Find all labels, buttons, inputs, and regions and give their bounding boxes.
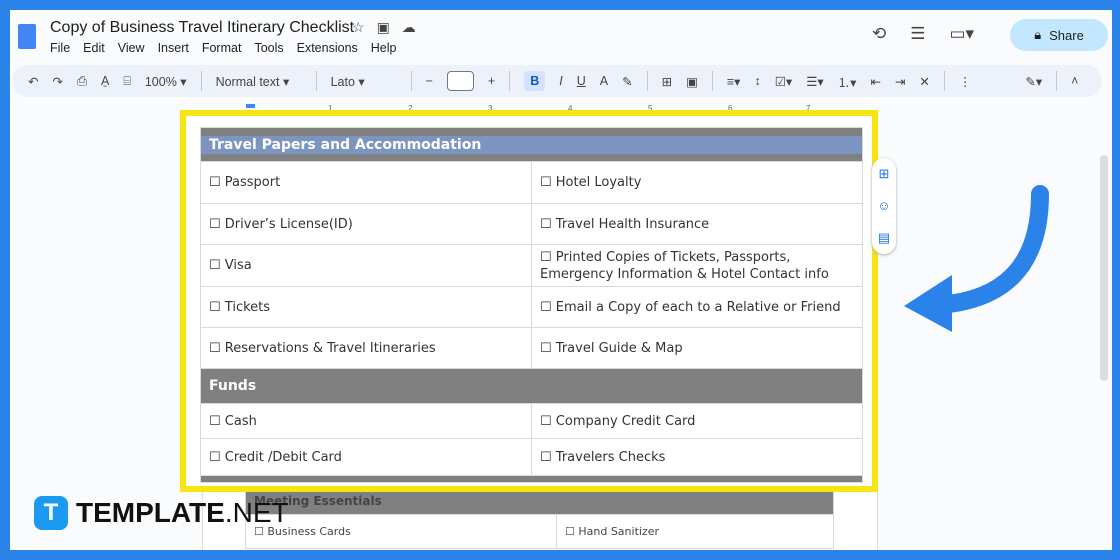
cloud-status-icon[interactable]: ☁ bbox=[402, 19, 416, 36]
menu-extensions[interactable]: Extensions bbox=[297, 41, 358, 55]
redo-icon[interactable]: ↷ bbox=[52, 74, 62, 89]
font-select[interactable]: Lato ▾ bbox=[331, 74, 397, 89]
spellcheck-icon[interactable]: A̱ bbox=[101, 74, 109, 88]
numbered-list-icon[interactable]: ⒈▾ bbox=[838, 72, 857, 91]
italic-button[interactable]: I bbox=[559, 74, 562, 88]
checklist-item[interactable]: ☐ Tickets bbox=[200, 286, 532, 328]
checklist-item[interactable]: ☐ Visa bbox=[200, 244, 532, 287]
template-net-logo: T TEMPLATE.NET bbox=[34, 496, 289, 530]
scrollbar[interactable] bbox=[1100, 155, 1108, 381]
checklist-item[interactable]: ☐ Hand Sanitizer bbox=[556, 514, 834, 549]
checklist-item[interactable]: ☐ Credit /Debit Card bbox=[200, 438, 532, 476]
toolbar: ↶ ↷ ⎙ A̱ ⌸ 100% ▾ Normal text ▾ Lato ▾ − + B… bbox=[12, 65, 1102, 97]
meeting-essentials-table: Meeting Essentials ☐ Business Cards ☐ Han… bbox=[245, 487, 834, 549]
underline-button[interactable]: U bbox=[577, 74, 586, 88]
comments-icon[interactable]: ☰ bbox=[910, 24, 925, 44]
print-icon[interactable]: ⎙ bbox=[77, 74, 87, 89]
font-size-input[interactable] bbox=[446, 71, 474, 91]
checklist-item[interactable]: ☐ Passport bbox=[200, 161, 532, 204]
version-history-icon[interactable]: ⟲ bbox=[872, 24, 886, 44]
checklist-item[interactable]: ☐ Cash bbox=[200, 403, 532, 439]
paint-format-icon[interactable]: ⌸ bbox=[123, 74, 131, 89]
lock-icon: 🔒︎ bbox=[1034, 27, 1042, 42]
checklist-table: Travel Papers and Accommodation ☐ Passpo… bbox=[200, 127, 863, 483]
line-spacing-icon[interactable]: ↕ bbox=[754, 74, 760, 88]
collapse-icon[interactable]: ˄ bbox=[1071, 74, 1078, 88]
checklist-item[interactable]: ☐ Driver’s License(ID) bbox=[200, 203, 532, 245]
indent-marker[interactable] bbox=[246, 104, 255, 108]
checklist-item[interactable]: ☐ Travel Health Insurance bbox=[531, 203, 863, 245]
bullet-list-icon[interactable]: ☰▾ bbox=[806, 74, 823, 89]
clear-formatting-icon[interactable]: ✕ bbox=[919, 74, 929, 89]
checklist-item[interactable]: ☐ Travel Guide & Map bbox=[531, 327, 863, 369]
share-button[interactable]: 🔒︎ Share bbox=[1010, 19, 1108, 51]
menu-format[interactable]: Format bbox=[202, 41, 242, 55]
checklist-item[interactable]: ☐ Email a Copy of each to a Relative or … bbox=[531, 286, 863, 328]
align-icon[interactable]: ≡▾ bbox=[727, 74, 741, 89]
menu-insert[interactable]: Insert bbox=[158, 41, 189, 55]
zoom-select[interactable]: 100% ▾ bbox=[145, 74, 187, 89]
docs-logo-icon[interactable] bbox=[18, 24, 36, 49]
insert-link-icon[interactable]: ⊞ bbox=[662, 74, 672, 89]
increase-font-size-icon[interactable]: + bbox=[488, 74, 495, 88]
document-title[interactable]: Copy of Business Travel Itinerary Checkl… bbox=[50, 19, 354, 37]
editing-mode-icon[interactable]: ✎▾ bbox=[1025, 74, 1042, 89]
star-icon[interactable]: ☆ bbox=[352, 19, 365, 36]
menu-bar: File Edit View Insert Format Tools Extensions H… bbox=[50, 41, 397, 55]
undo-icon[interactable]: ↶ bbox=[28, 74, 38, 89]
section-header: Funds bbox=[200, 368, 863, 404]
checklist-item[interactable]: ☐ Reservations & Travel Itineraries bbox=[200, 327, 532, 369]
insert-image-icon[interactable]: ▣ bbox=[686, 74, 698, 89]
style-select[interactable]: Normal text ▾ bbox=[216, 74, 302, 89]
checklist-item[interactable]: ☐ Travelers Checks bbox=[531, 438, 863, 476]
checklist-item[interactable]: ☐ Printed Copies of Tickets, Passports, … bbox=[531, 244, 863, 287]
menu-tools[interactable]: Tools bbox=[254, 41, 283, 55]
decrease-indent-icon[interactable]: ⇤ bbox=[870, 74, 880, 89]
more-icon[interactable]: ⋮ bbox=[959, 74, 972, 89]
checklist-item[interactable]: ☐ Business Cards bbox=[245, 514, 557, 549]
menu-edit[interactable]: Edit bbox=[83, 41, 105, 55]
bold-button[interactable]: B bbox=[524, 71, 546, 91]
move-folder-icon[interactable]: ▣ bbox=[377, 19, 390, 36]
menu-view[interactable]: View bbox=[118, 41, 145, 55]
menu-help[interactable]: Help bbox=[371, 41, 397, 55]
decrease-font-size-icon[interactable]: − bbox=[426, 74, 433, 88]
checklist-icon[interactable]: ☑▾ bbox=[775, 74, 792, 89]
meet-icon[interactable]: ▭▾ bbox=[950, 24, 975, 44]
highlight-icon[interactable]: ✎ bbox=[622, 74, 632, 89]
increase-indent-icon[interactable]: ⇥ bbox=[895, 74, 905, 89]
checklist-item[interactable]: ☐ Company Credit Card bbox=[531, 403, 863, 439]
curved-arrow-icon bbox=[904, 185, 1049, 332]
checklist-item[interactable]: ☐ Hotel Loyalty bbox=[531, 161, 863, 204]
section-header: Travel Papers and Accommodation bbox=[200, 127, 863, 162]
google-docs-window: Copy of Business Travel Itinerary Checkl… bbox=[10, 10, 1112, 550]
menu-file[interactable]: File bbox=[50, 41, 70, 55]
text-color-icon[interactable]: A bbox=[600, 74, 608, 88]
